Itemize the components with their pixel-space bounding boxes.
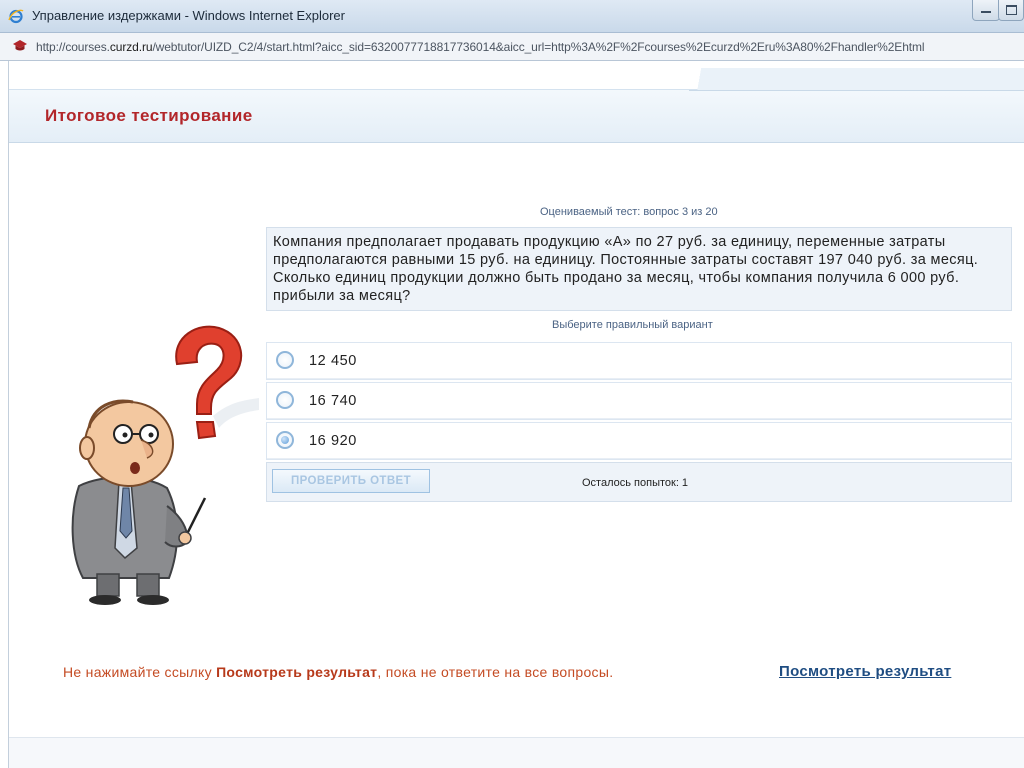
answer-option[interactable]: 16 740 bbox=[266, 382, 1012, 420]
answer-label: 12 450 bbox=[309, 353, 357, 369]
check-answer-button[interactable]: ПРОВЕРИТЬ ОТВЕТ bbox=[272, 469, 430, 493]
question-counter: Оцениваемый тест: вопрос 3 из 20 bbox=[540, 206, 718, 218]
check-row: ПРОВЕРИТЬ ОТВЕТ Осталось попыток: 1 bbox=[266, 462, 1012, 502]
window-title: Управление издержками - Windows Internet… bbox=[32, 8, 345, 23]
warning-strong: Посмотреть результат bbox=[216, 664, 378, 680]
maximize-button[interactable] bbox=[998, 0, 1024, 21]
url-prefix: http://courses. bbox=[36, 40, 110, 54]
address-bar[interactable]: http://courses.curzd.ru/webtutor/UIZD_C2… bbox=[0, 33, 1024, 61]
choose-hint: Выберите правильный вариант bbox=[552, 319, 713, 331]
radio-button[interactable] bbox=[276, 391, 294, 409]
answer-label: 16 740 bbox=[309, 393, 357, 409]
warning-suffix: , пока не ответите на все вопросы. bbox=[377, 664, 614, 680]
question-text: Компания предполагает продавать продукци… bbox=[273, 234, 979, 304]
maximize-icon bbox=[1006, 5, 1017, 15]
page-viewport: Итоговое тестирование Оцениваемый тест: … bbox=[8, 61, 1024, 768]
ie-icon bbox=[8, 9, 24, 24]
radio-button-selected[interactable] bbox=[276, 431, 294, 449]
warning-text: Не нажимайте ссылку Посмотреть результат… bbox=[63, 664, 613, 680]
answer-option[interactable]: 16 920 bbox=[266, 422, 1012, 460]
man-illustration bbox=[71, 325, 259, 605]
minimize-icon bbox=[981, 11, 991, 13]
header-decoration bbox=[689, 68, 1024, 91]
warning-prefix: Не нажимайте ссылку bbox=[63, 664, 217, 680]
view-result-link[interactable]: Посмотреть результат bbox=[779, 663, 951, 680]
footer-strip bbox=[9, 738, 1024, 768]
question-mark-icon bbox=[175, 325, 259, 440]
answer-option[interactable]: 12 450 bbox=[266, 342, 1012, 380]
radio-button[interactable] bbox=[276, 351, 294, 369]
window-titlebar: Управление издержками - Windows Internet… bbox=[0, 0, 1024, 33]
address-url[interactable]: http://courses.curzd.ru/webtutor/UIZD_C2… bbox=[36, 40, 1016, 54]
page-header: Итоговое тестирование bbox=[9, 68, 1024, 143]
answer-label: 16 920 bbox=[309, 433, 357, 449]
url-rest: /webtutor/UIZD_C2/4/start.html?aicc_sid=… bbox=[152, 40, 925, 54]
url-domain: curzd.ru bbox=[109, 40, 153, 54]
minimize-button[interactable] bbox=[972, 0, 1000, 21]
page-icon bbox=[13, 40, 27, 51]
question-box: Компания предполагает продавать продукци… bbox=[266, 227, 1012, 311]
page-title: Итоговое тестирование bbox=[45, 106, 253, 125]
attempts-left: Осталось попыток: 1 bbox=[582, 477, 689, 489]
